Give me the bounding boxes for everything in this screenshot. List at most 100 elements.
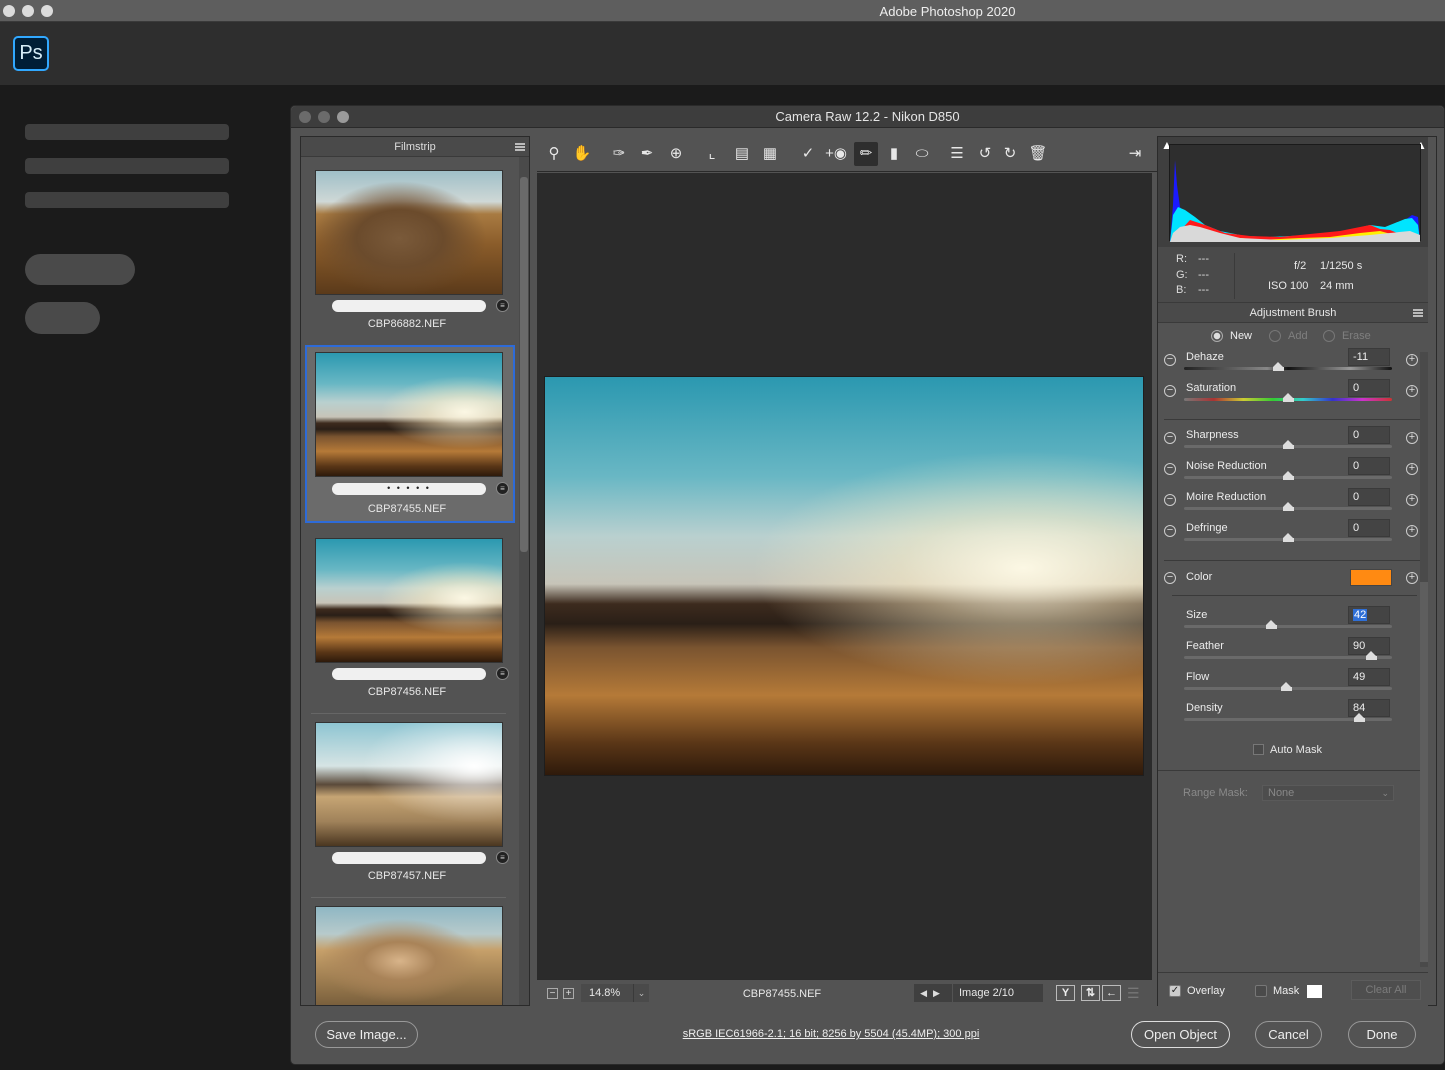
zoom-dropdown-chevron-icon[interactable]: ⌄ — [633, 984, 649, 1002]
open-object-button[interactable]: Open Object — [1131, 1021, 1230, 1048]
slider-value-input[interactable]: 42 — [1348, 606, 1390, 624]
panel-menu-icon[interactable] — [515, 143, 525, 151]
overlay-checkbox[interactable]: ✓ — [1169, 985, 1181, 997]
zoom-level[interactable]: 14.8% — [581, 984, 633, 1002]
before-after-view-icon[interactable]: Y — [1056, 985, 1075, 1001]
rotate-ccw-icon[interactable]: ↺ — [973, 142, 997, 166]
rotate-cw-icon[interactable]: ↻ — [998, 142, 1022, 166]
increase-icon[interactable]: + — [1406, 463, 1418, 475]
copy-settings-icon[interactable]: ← — [1102, 985, 1121, 1001]
mode-add-label[interactable]: Add — [1288, 330, 1308, 342]
decrease-icon[interactable]: − — [1164, 525, 1176, 537]
auto-mask-label[interactable]: Auto Mask — [1270, 744, 1322, 756]
white-balance-tool-icon[interactable]: ✑ — [607, 142, 631, 166]
decrease-icon[interactable]: − — [1164, 432, 1176, 444]
mode-new-radio[interactable] — [1211, 330, 1223, 342]
done-button[interactable]: Done — [1348, 1021, 1416, 1048]
clear-all-button[interactable]: Clear All — [1351, 980, 1421, 1000]
toggle-settings-icon[interactable]: ☰ — [1127, 985, 1140, 1002]
panel-menu-icon[interactable] — [1413, 309, 1423, 317]
fullscreen-toggle-icon[interactable]: ⇥ — [1123, 142, 1147, 166]
crop-tool-icon[interactable]: ⌞ — [700, 142, 724, 166]
slider-thumb[interactable] — [1283, 471, 1294, 484]
rating-bar[interactable] — [332, 668, 486, 680]
transform-tool-icon[interactable]: ▦ — [758, 142, 782, 166]
mask-color-swatch[interactable] — [1307, 985, 1322, 998]
workflow-options-link[interactable]: sRGB IEC61966-2.1; 16 bit; 8256 by 5504 … — [591, 1028, 1071, 1040]
mode-add-radio[interactable] — [1269, 330, 1281, 342]
slider-thumb[interactable] — [1366, 651, 1378, 664]
decrease-icon[interactable]: − — [1164, 385, 1176, 397]
main-preview-image[interactable] — [544, 376, 1144, 776]
zoom-in-button[interactable]: + — [563, 988, 574, 999]
zoom-out-button[interactable]: − — [547, 988, 558, 999]
range-mask-select[interactable]: None ⌄ — [1262, 785, 1394, 801]
filmstrip-scroll-thumb[interactable] — [520, 177, 528, 552]
slider-value-input[interactable]: 0 — [1348, 488, 1390, 506]
filmstrip-item-selected[interactable]: • • • • • ≡ CBP87455.NEF — [305, 345, 515, 523]
decrease-icon[interactable]: − — [1164, 463, 1176, 475]
cancel-button[interactable]: Cancel — [1255, 1021, 1322, 1048]
filmstrip-item[interactable]: ≡ CBP86882.NEF — [307, 167, 509, 345]
hand-tool-icon[interactable]: ✋ — [570, 142, 594, 166]
slider-thumb[interactable] — [1283, 393, 1294, 406]
increase-icon[interactable]: + — [1406, 525, 1418, 537]
rating-bar[interactable] — [332, 852, 486, 864]
spot-removal-tool-icon[interactable]: ✓ — [796, 142, 820, 166]
swap-before-after-icon[interactable]: ⇅ — [1081, 985, 1100, 1001]
slider-thumb[interactable] — [1283, 533, 1294, 546]
filmstrip-item[interactable]: ≡ CBP87457.NEF — [307, 719, 509, 897]
preferences-list-icon[interactable]: ☰ — [945, 142, 969, 166]
image-nav-buttons[interactable]: ◀▶ — [914, 984, 952, 1002]
zoom-tool-icon[interactable]: ⚲ — [542, 142, 566, 166]
rating-bar[interactable] — [332, 300, 486, 312]
rating-bar[interactable]: • • • • • — [332, 483, 486, 495]
image-preview-area[interactable] — [537, 173, 1152, 979]
increase-icon[interactable]: + — [1406, 432, 1418, 444]
slider-track[interactable] — [1184, 367, 1392, 370]
trash-icon[interactable]: 🗑 — [1026, 142, 1050, 166]
slider-track[interactable] — [1184, 656, 1392, 659]
slider-thumb[interactable] — [1272, 362, 1284, 375]
filmstrip-item[interactable] — [307, 903, 507, 1005]
decrease-icon[interactable]: − — [1164, 494, 1176, 506]
photoshop-logo: Ps — [13, 36, 49, 71]
mode-new-label[interactable]: New — [1230, 330, 1252, 342]
slider-thumb[interactable] — [1353, 713, 1365, 726]
placeholder-pill — [25, 302, 100, 334]
auto-mask-checkbox[interactable] — [1253, 744, 1264, 755]
slider-value-input[interactable]: -11 — [1348, 348, 1390, 366]
red-eye-tool-icon[interactable]: +◉ — [824, 142, 848, 166]
filmstrip-item[interactable]: ≡ CBP87456.NEF — [307, 535, 509, 713]
mode-erase-radio[interactable] — [1323, 330, 1335, 342]
overlay-label[interactable]: Overlay — [1187, 985, 1225, 997]
slider-thumb[interactable] — [1266, 620, 1278, 633]
color-decrease-icon[interactable]: − — [1164, 572, 1176, 584]
increase-icon[interactable]: + — [1406, 494, 1418, 506]
slider-track[interactable] — [1184, 625, 1392, 628]
targeted-adjustment-tool-icon[interactable]: ⊕ — [664, 142, 688, 166]
straighten-tool-icon[interactable]: ▤ — [730, 142, 754, 166]
slider-value-input[interactable]: 49 — [1348, 668, 1390, 686]
radial-filter-icon[interactable]: ⬭ — [910, 142, 934, 166]
slider-value-input[interactable]: 0 — [1348, 519, 1390, 537]
graduated-filter-icon[interactable]: ▮ — [882, 142, 906, 166]
panel-scroll-thumb[interactable] — [1420, 582, 1428, 962]
mask-label[interactable]: Mask — [1273, 985, 1299, 997]
save-image-button[interactable]: Save Image... — [315, 1021, 418, 1048]
increase-icon[interactable]: + — [1406, 385, 1418, 397]
slider-value-input[interactable]: 0 — [1348, 457, 1390, 475]
slider-value-input[interactable]: 0 — [1348, 426, 1390, 444]
slider-thumb[interactable] — [1280, 682, 1292, 695]
slider-thumb[interactable] — [1283, 440, 1294, 453]
decrease-icon[interactable]: − — [1164, 354, 1176, 366]
adjustment-brush-icon[interactable]: ✏ — [854, 142, 878, 166]
mode-erase-label[interactable]: Erase — [1342, 330, 1371, 342]
color-sampler-tool-icon[interactable]: ✒ — [635, 142, 659, 166]
color-increase-icon[interactable]: + — [1406, 572, 1418, 584]
color-swatch[interactable] — [1350, 569, 1392, 586]
increase-icon[interactable]: + — [1406, 354, 1418, 366]
slider-thumb[interactable] — [1283, 502, 1294, 515]
mask-checkbox[interactable] — [1255, 985, 1267, 997]
slider-value-input[interactable]: 0 — [1348, 379, 1390, 397]
